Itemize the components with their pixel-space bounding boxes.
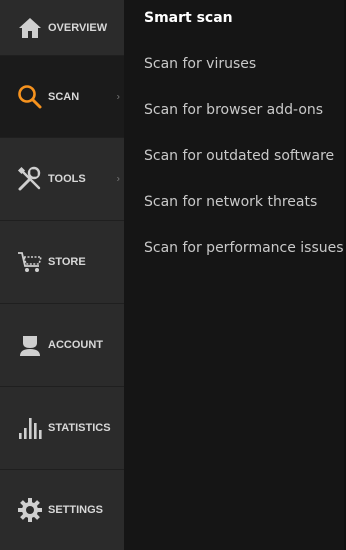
main-sidebar: OVERVIEW SCAN › TOOLS › STORE ACCOUNT ST…: [0, 0, 124, 550]
sidebar-item-store[interactable]: STORE: [0, 221, 124, 304]
sidebar-item-tools[interactable]: TOOLS ›: [0, 138, 124, 221]
sidebar-item-overview[interactable]: OVERVIEW: [0, 0, 124, 56]
scan-network-threats-item[interactable]: Scan for network threats: [144, 194, 317, 210]
sidebar-item-label: SETTINGS: [48, 504, 104, 516]
magnifier-icon: [16, 83, 44, 111]
chevron-right-icon: ›: [116, 173, 120, 185]
sidebar-item-statistics[interactable]: STATISTICS: [0, 387, 124, 470]
smart-scan-item[interactable]: Smart scan: [144, 10, 233, 26]
scan-performance-issues-item[interactable]: Scan for performance issues: [144, 240, 344, 256]
sidebar-item-label: STATISTICS: [48, 422, 111, 434]
sidebar-item-account[interactable]: ACCOUNT: [0, 304, 124, 387]
cart-icon: [16, 248, 44, 276]
sidebar-item-settings[interactable]: SETTINGS: [0, 470, 124, 550]
sidebar-item-label: STORE: [48, 256, 86, 268]
chevron-right-icon: ›: [116, 91, 120, 102]
sidebar-item-scan[interactable]: SCAN ›: [0, 56, 124, 138]
scan-submenu: Smart scan Scan for viruses Scan for bro…: [124, 0, 346, 550]
home-icon: [16, 14, 44, 42]
user-icon: [16, 331, 44, 359]
scan-outdated-software-item[interactable]: Scan for outdated software: [144, 148, 334, 164]
scan-browser-addons-item[interactable]: Scan for browser add-ons: [144, 102, 323, 118]
sidebar-item-label: ACCOUNT: [48, 339, 103, 351]
bars-icon: [16, 414, 44, 442]
gear-icon: [16, 496, 44, 524]
sidebar-item-label: OVERVIEW: [48, 21, 108, 34]
tools-icon: [16, 165, 44, 193]
scan-viruses-item[interactable]: Scan for viruses: [144, 56, 256, 72]
sidebar-item-label: SCAN: [48, 90, 80, 103]
sidebar-item-label: TOOLS: [48, 173, 86, 185]
